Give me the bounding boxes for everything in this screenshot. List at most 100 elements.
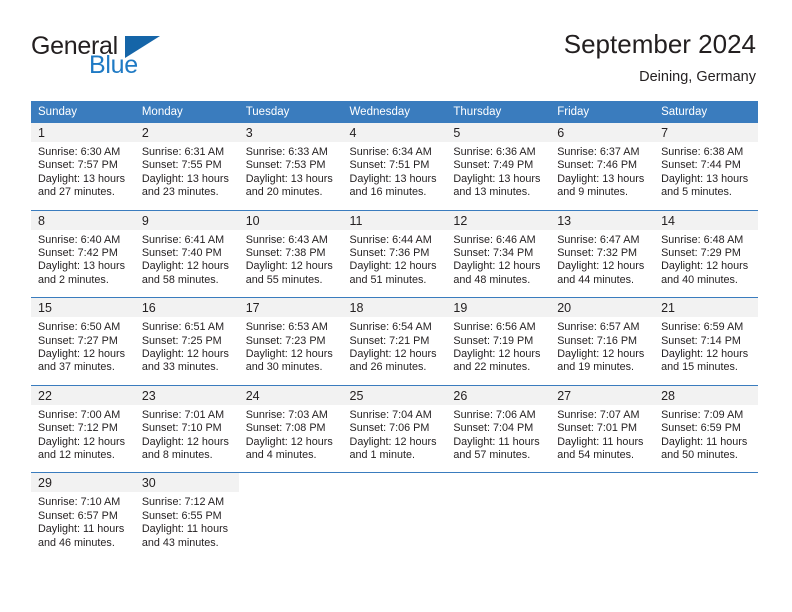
calendar-day-cell[interactable]: 29 Sunrise: 7:10 AM Sunset: 6:57 PM Dayligh…	[31, 472, 135, 561]
daylight-hours-text: Daylight: 12 hours	[349, 260, 437, 273]
calendar-day-cell[interactable]: 30 Sunrise: 7:12 AM Sunset: 6:55 PM Dayligh…	[134, 472, 239, 561]
calendar-day-cell[interactable]: 12 Sunrise: 6:46 AM Sunset: 7:34 PM Dayligh…	[446, 209, 551, 298]
day-number: 23	[134, 385, 239, 405]
day-number: 22	[31, 385, 135, 405]
calendar-day-cell[interactable]: 17 Sunrise: 6:53 AM Sunset: 7:23 PM Dayligh…	[238, 297, 343, 386]
calendar-day-cell[interactable]: 2 Sunrise: 6:31 AM Sunset: 7:55 PM Daylight…	[134, 122, 239, 211]
day-number: 3	[238, 122, 343, 142]
sunrise-text: Sunrise: 6:40 AM	[38, 233, 121, 246]
sunrise-text: Sunrise: 7:06 AM	[453, 408, 536, 421]
day-number: 19	[446, 298, 551, 318]
weekday-header-sunday: Sunday	[31, 100, 135, 123]
calendar-day-cell[interactable]: 11 Sunrise: 6:44 AM Sunset: 7:36 PM Dayligh…	[342, 209, 447, 298]
daylight-minutes-text: and 8 minutes.	[141, 448, 213, 461]
day-details: Sunrise: 6:57 AM Sunset: 7:16 PM Daylight:…	[550, 317, 654, 385]
sunset-text: Sunset: 7:32 PM	[557, 246, 638, 259]
calendar-day-cell[interactable]: 22 Sunrise: 7:00 AM Sunset: 7:12 PM Dayligh…	[31, 384, 135, 473]
day-details: Sunrise: 7:03 AM Sunset: 7:08 PM Daylight:…	[239, 405, 343, 473]
sunrise-text: Sunrise: 6:37 AM	[557, 145, 640, 158]
calendar-day-cell[interactable]: 27 Sunrise: 7:07 AM Sunset: 7:01 PM Dayligh…	[550, 384, 655, 473]
calendar-day-cell[interactable]: 5 Sunrise: 6:36 AM Sunset: 7:49 PM Daylight…	[446, 122, 551, 211]
sunrise-text: Sunrise: 6:59 AM	[661, 321, 744, 334]
calendar-day-cell[interactable]: 24 Sunrise: 7:03 AM Sunset: 7:08 PM Dayligh…	[238, 384, 343, 473]
sunset-text: Sunset: 7:34 PM	[453, 246, 534, 259]
day-number: 8	[31, 210, 135, 230]
sunrise-text: Sunrise: 6:50 AM	[38, 321, 121, 334]
calendar-table: Sunday Monday Tuesday Wednesday Thursday…	[31, 100, 758, 561]
sunrise-text: Sunrise: 6:34 AM	[349, 145, 432, 158]
daylight-minutes-text: and 54 minutes.	[557, 448, 635, 461]
day-details: Sunrise: 6:48 AM Sunset: 7:29 PM Daylight:…	[654, 230, 758, 298]
daylight-hours-text: Daylight: 12 hours	[38, 435, 126, 448]
day-details: Sunrise: 6:56 AM Sunset: 7:19 PM Daylight:…	[446, 317, 550, 385]
calendar-day-cell[interactable]: 19 Sunrise: 6:56 AM Sunset: 7:19 PM Dayligh…	[446, 297, 551, 386]
sunrise-text: Sunrise: 7:12 AM	[141, 496, 225, 509]
calendar-page: General Blue September 2024 Deining, Ger…	[0, 0, 792, 612]
sunset-text: Sunset: 6:55 PM	[141, 509, 222, 522]
daylight-hours-text: Daylight: 12 hours	[453, 260, 541, 273]
calendar-day-cell[interactable]: 23 Sunrise: 7:01 AM Sunset: 7:10 PM Dayligh…	[134, 384, 239, 473]
day-details: Sunrise: 7:12 AM Sunset: 6:55 PM Daylight:…	[135, 492, 239, 560]
daylight-hours-text: Daylight: 11 hours	[141, 523, 229, 536]
calendar-day-cell[interactable]: 7 Sunrise: 6:38 AM Sunset: 7:44 PM Daylight…	[654, 122, 758, 211]
generalblue-logo[interactable]: General Blue	[31, 28, 161, 78]
calendar-day-cell[interactable]: 1 Sunrise: 6:30 AM Sunset: 7:57 PM Daylight…	[31, 122, 135, 211]
day-number: 20	[550, 298, 655, 318]
daylight-minutes-text: and 16 minutes.	[349, 186, 427, 199]
calendar-week-row: 29 Sunrise: 7:10 AM Sunset: 6:57 PM Dayligh…	[31, 472, 758, 561]
sunrise-text: Sunrise: 6:43 AM	[245, 233, 328, 246]
calendar-day-cell[interactable]: 15 Sunrise: 6:50 AM Sunset: 7:27 PM Dayligh…	[31, 297, 135, 386]
day-number: 30	[134, 473, 239, 493]
daylight-minutes-text: and 44 minutes.	[557, 273, 635, 286]
calendar-day-cell[interactable]: 25 Sunrise: 7:04 AM Sunset: 7:06 PM Dayligh…	[342, 384, 447, 473]
page-title: September 2024	[563, 29, 756, 59]
daylight-minutes-text: and 12 minutes.	[38, 448, 115, 461]
day-details: Sunrise: 6:43 AM Sunset: 7:38 PM Daylight:…	[239, 230, 343, 298]
daylight-minutes-text: and 26 minutes.	[349, 361, 427, 374]
weekday-header-tuesday: Tuesday	[238, 100, 343, 123]
daylight-hours-text: Daylight: 13 hours	[349, 172, 437, 185]
calendar-day-cell[interactable]: 9 Sunrise: 6:41 AM Sunset: 7:40 PM Daylight…	[134, 209, 239, 298]
sunrise-text: Sunrise: 7:07 AM	[557, 408, 640, 421]
calendar-day-cell[interactable]: 21 Sunrise: 6:59 AM Sunset: 7:14 PM Dayligh…	[654, 297, 758, 386]
daylight-hours-text: Daylight: 12 hours	[141, 435, 229, 448]
calendar-day-cell[interactable]: 28 Sunrise: 7:09 AM Sunset: 6:59 PM Dayligh…	[654, 384, 758, 473]
daylight-minutes-text: and 51 minutes.	[349, 273, 427, 286]
calendar-day-cell[interactable]: 3 Sunrise: 6:33 AM Sunset: 7:53 PM Daylight…	[238, 122, 343, 211]
daylight-hours-text: Daylight: 12 hours	[661, 260, 749, 273]
day-details: Sunrise: 7:09 AM Sunset: 6:59 PM Daylight:…	[654, 405, 758, 473]
daylight-minutes-text: and 30 minutes.	[245, 361, 323, 374]
title-block: September 2024 Deining, Germany	[564, 28, 756, 85]
day-number: 5	[446, 122, 551, 142]
sunset-text: Sunset: 7:19 PM	[453, 334, 534, 347]
day-number: 29	[31, 473, 135, 493]
calendar-day-cell[interactable]: 26 Sunrise: 7:06 AM Sunset: 7:04 PM Dayligh…	[446, 384, 551, 473]
day-number: 21	[654, 298, 758, 318]
calendar-day-cell[interactable]: 13 Sunrise: 6:47 AM Sunset: 7:32 PM Dayligh…	[550, 209, 655, 298]
daylight-hours-text: Daylight: 11 hours	[661, 435, 748, 448]
weekday-header-friday: Friday	[550, 100, 655, 123]
day-number: 18	[342, 298, 447, 318]
calendar-day-cell[interactable]: 6 Sunrise: 6:37 AM Sunset: 7:46 PM Daylight…	[550, 122, 655, 211]
calendar-header-row: Sunday Monday Tuesday Wednesday Thursday…	[31, 100, 758, 123]
calendar-day-cell[interactable]: 10 Sunrise: 6:43 AM Sunset: 7:38 PM Dayligh…	[238, 209, 343, 298]
day-details: Sunrise: 6:31 AM Sunset: 7:55 PM Daylight:…	[135, 142, 239, 210]
day-details: Sunrise: 6:59 AM Sunset: 7:14 PM Daylight:…	[654, 317, 758, 385]
sunset-text: Sunset: 7:21 PM	[349, 334, 430, 347]
day-details: Sunrise: 6:47 AM Sunset: 7:32 PM Daylight:…	[550, 230, 654, 298]
calendar-day-cell[interactable]: 4 Sunrise: 6:34 AM Sunset: 7:51 PM Daylight…	[342, 122, 447, 211]
sunrise-text: Sunrise: 6:56 AM	[453, 321, 536, 334]
calendar-day-cell[interactable]: 20 Sunrise: 6:57 AM Sunset: 7:16 PM Dayligh…	[550, 297, 655, 386]
daylight-minutes-text: and 48 minutes.	[453, 273, 531, 286]
calendar-day-cell[interactable]: 16 Sunrise: 6:51 AM Sunset: 7:25 PM Dayligh…	[134, 297, 239, 386]
day-number	[342, 473, 447, 493]
calendar-day-cell[interactable]: 14 Sunrise: 6:48 AM Sunset: 7:29 PM Dayligh…	[654, 209, 758, 298]
daylight-minutes-text: and 20 minutes.	[245, 186, 323, 199]
daylight-hours-text: Daylight: 12 hours	[453, 347, 541, 360]
calendar-day-cell-empty	[550, 472, 655, 561]
calendar-day-cell[interactable]: 8 Sunrise: 6:40 AM Sunset: 7:42 PM Daylight…	[31, 209, 135, 298]
calendar-week-row: 1 Sunrise: 6:30 AM Sunset: 7:57 PM Daylight…	[31, 122, 758, 211]
calendar-day-cell[interactable]: 18 Sunrise: 6:54 AM Sunset: 7:21 PM Dayligh…	[342, 297, 447, 386]
day-number	[238, 473, 343, 493]
day-number: 10	[238, 210, 343, 230]
